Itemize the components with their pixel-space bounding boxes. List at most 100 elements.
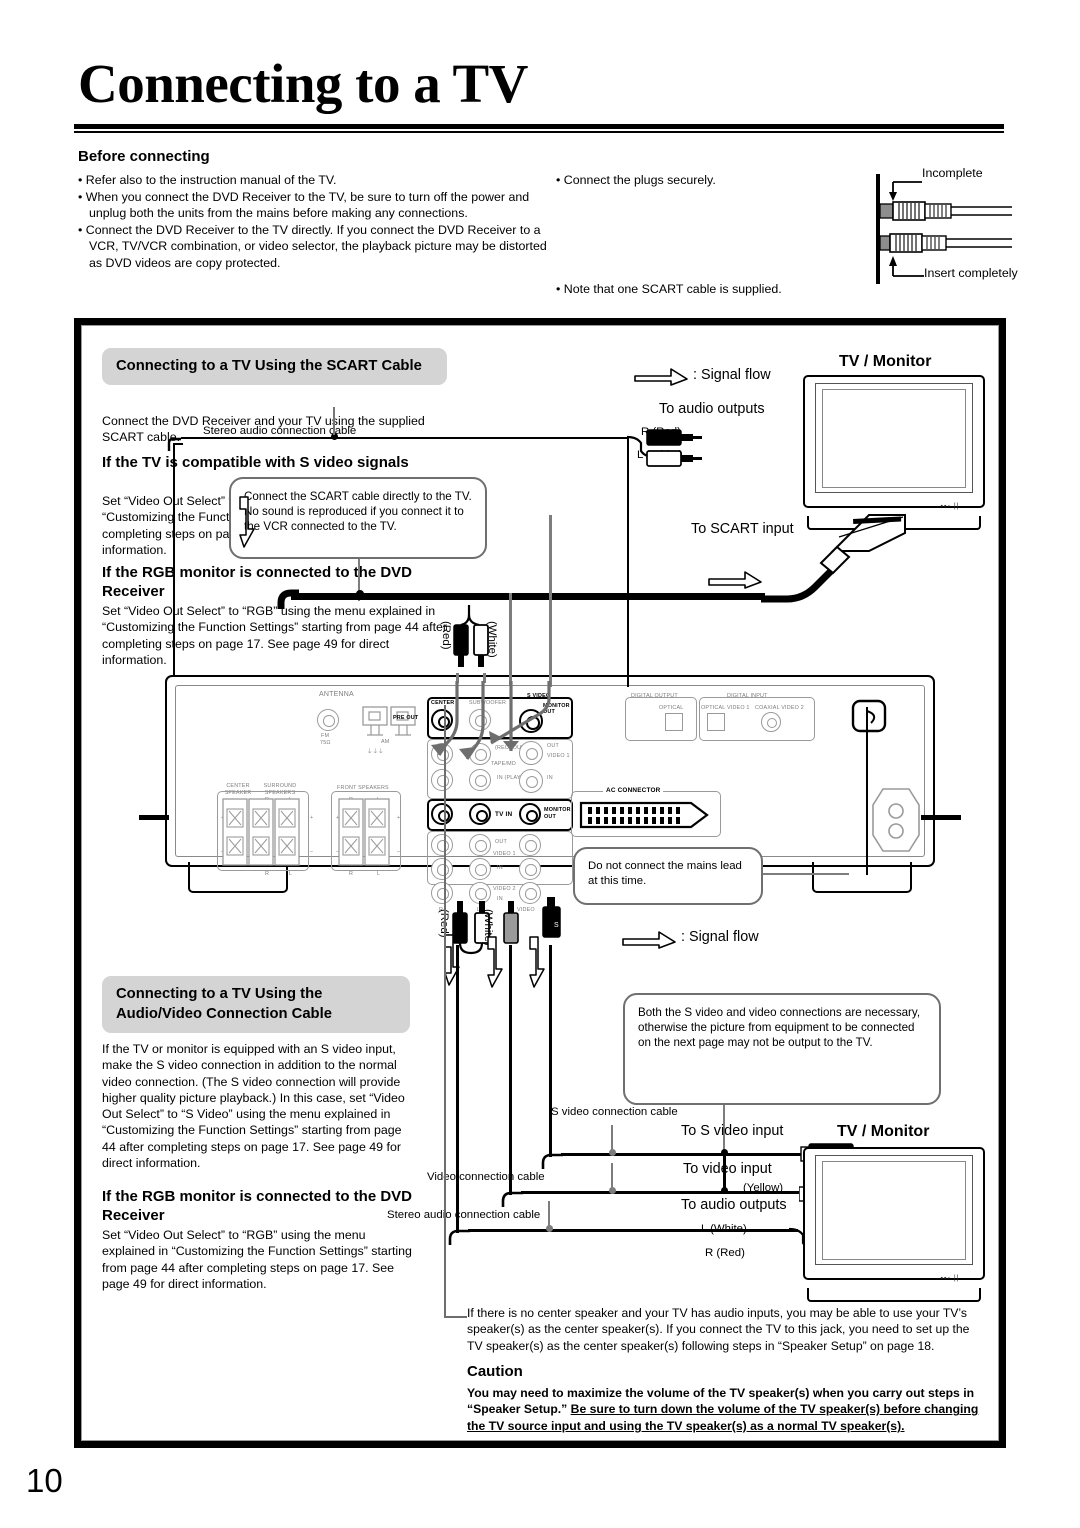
s-video-cable	[561, 1153, 803, 1156]
tv-controls-icon: ▪▪▫ ||	[940, 1274, 960, 1282]
list-item: Connect the plugs securely.	[556, 172, 856, 189]
signal-flow-label-top: : Signal flow	[693, 367, 771, 383]
s-video-cable	[549, 945, 552, 1157]
stereo-audio-cable	[468, 1229, 798, 1232]
list-item: When you connect the DVD Receiver to the…	[78, 189, 548, 222]
cable-corner	[167, 437, 181, 451]
scart-callout: Connect the SCART cable directly to the …	[229, 477, 487, 559]
scart-plug-icon	[819, 514, 906, 575]
to-audio-outputs-label-bottom: To audio outputs	[681, 1197, 787, 1213]
tv-controls-icon: ▪▪▫ ||	[940, 502, 960, 510]
optical-output-jack	[665, 713, 683, 731]
flow-arrow-icon	[487, 936, 503, 988]
footer-note: If there is no center speaker and your T…	[467, 1306, 970, 1353]
caution-heading: Caution	[467, 1363, 523, 1380]
label-r: R	[265, 871, 270, 877]
cable-line	[627, 437, 630, 687]
mains-lead	[139, 815, 169, 820]
av-sub1-heading: If the RGB monitor is connected to the D…	[102, 1188, 413, 1224]
svg-text:S: S	[554, 922, 559, 929]
to-s-video-input-label: To S video input	[681, 1123, 784, 1139]
signal-flow-label-bottom: : Signal flow	[681, 929, 759, 945]
to-video-input-label: To video input	[683, 1161, 772, 1177]
label-l: L	[377, 871, 381, 877]
scart-sub2-body: Set “Video Out Select” to “RGB” using th…	[102, 604, 448, 667]
label-fm: FM	[321, 733, 330, 739]
tv-casing	[803, 1147, 985, 1281]
leader-line	[611, 1125, 613, 1151]
tv-bezel	[814, 1155, 974, 1266]
tv-casing	[803, 375, 985, 509]
plug-white-label-top: (White)	[486, 621, 498, 658]
s-video-callout: Both the S video and video connections a…	[623, 993, 941, 1105]
before-connecting-left-bullets: Refer also to the instruction manual of …	[78, 172, 548, 271]
plug-insertion-diagram: Incomplete Insert completely	[862, 166, 1032, 290]
label-plus: +	[310, 815, 314, 821]
label-digital-input: DIGITAL INPUT	[727, 693, 768, 699]
av-sub1-body: Set “Video Out Select” to “RGB” using th…	[102, 1228, 412, 1291]
label-l: L	[289, 871, 293, 877]
mains-lead	[921, 815, 961, 820]
ground-icon: ⏚⏚⏚	[367, 749, 384, 755]
leader-line	[763, 873, 849, 875]
tv-screen	[822, 1160, 966, 1261]
tv-monitor-label-top: TV / Monitor	[839, 353, 932, 370]
plug-incomplete-label: Incomplete	[922, 166, 983, 180]
cable-line	[173, 445, 176, 685]
video-yellow-label: (Yellow)	[743, 1182, 784, 1194]
audio-l-white-label-bottom: L (White)	[701, 1223, 747, 1235]
signal-flow-arrow-icon	[708, 571, 762, 589]
rca-pair-top	[626, 429, 702, 467]
cable-line	[181, 437, 627, 440]
leader-line	[333, 407, 335, 435]
signal-flow-arrow-icon	[634, 368, 688, 386]
list-item: Refer also to the instruction manual of …	[78, 172, 548, 189]
label-optical-video1: OPTICAL VIDEO 1	[701, 705, 750, 711]
before-connecting-right-bullets: Connect the plugs securely. Note that on…	[556, 172, 856, 297]
label-fm-impedance: 75Ω	[320, 740, 331, 746]
tv-screen	[822, 388, 966, 489]
speaker-terminals-icon-left	[222, 798, 300, 866]
mains-inlet-socket-icon	[872, 788, 920, 852]
signal-flow-arrow-icon	[622, 931, 676, 949]
label-optical: OPTICAL	[659, 705, 684, 711]
fm-antenna-jack	[317, 709, 339, 731]
flow-arrow-icon	[239, 496, 255, 548]
diagram-panel: Connecting to a TV Using the SCART Cable…	[74, 318, 1006, 1448]
tv-base	[806, 1288, 982, 1302]
plug-complete-label: Insert completely	[924, 266, 1018, 280]
scart-cable-bend	[277, 589, 299, 609]
center-speaker-leader-line	[444, 705, 467, 1318]
leader-line	[611, 1163, 613, 1189]
cable-line	[509, 593, 512, 685]
page-number: 10	[26, 1462, 63, 1499]
video-cable	[509, 945, 512, 1195]
leader-line	[548, 1201, 550, 1227]
audio-r-red-label-bottom: R (Red)	[705, 1247, 745, 1259]
label-coaxial-video2: COAXIAL VIDEO 2	[755, 705, 804, 711]
tv-illustration-bottom: ▪▪▫ ||	[803, 1147, 985, 1302]
tv-bezel	[814, 383, 974, 494]
to-audio-outputs-label-top: To audio outputs	[659, 401, 765, 417]
before-connecting-heading: Before connecting	[78, 148, 210, 165]
s-video-cable-label: S video connection cable	[551, 1106, 678, 1118]
label-minus: –	[310, 849, 314, 855]
av-section-heading: Connecting to a TV Using the Audio/Video…	[102, 976, 410, 1033]
flow-arrow-icon	[529, 936, 545, 988]
to-scart-input-label: To SCART input	[691, 521, 794, 537]
title-divider	[74, 124, 1004, 133]
list-item: Connect the DVD Receiver to the TV direc…	[78, 222, 548, 272]
optical-input-jack	[707, 713, 725, 731]
cable-corner	[541, 1153, 563, 1169]
list-item: Note that one SCART cable is supplied.	[556, 281, 856, 298]
cable-line	[549, 515, 552, 687]
coaxial-input-jack	[761, 712, 781, 732]
page-title: Connecting to a TV	[78, 53, 528, 114]
caution-body: You may need to maximize the volume of t…	[467, 1385, 989, 1434]
scart-section-heading: Connecting to a TV Using the SCART Cable	[102, 348, 447, 385]
label-r: R	[349, 871, 354, 877]
label-pre-out: PRE OUT	[393, 715, 419, 721]
cable-corner	[501, 1191, 523, 1207]
plug-red-label-top: (Red)	[440, 621, 452, 650]
label-am: AM	[381, 739, 390, 745]
